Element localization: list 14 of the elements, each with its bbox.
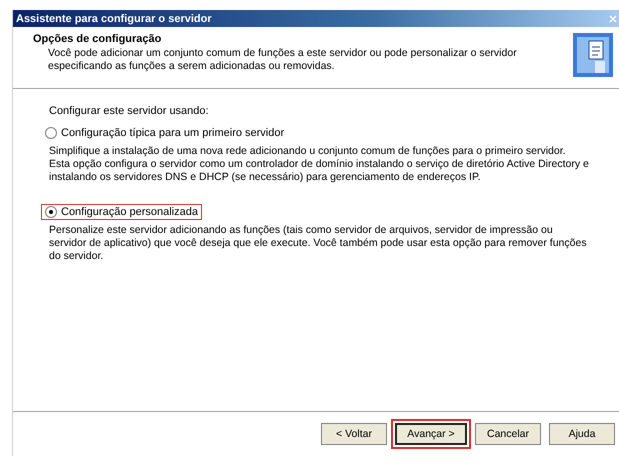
window-title: Assistente para configurar o servidor	[16, 12, 212, 24]
wizard-button[interactable]: < Voltar	[321, 423, 387, 445]
radio-button[interactable]	[45, 127, 57, 139]
page-description: Você pode adicionar um conjunto comum de funções a este servidor ou pode personalizar o servidor especificando as funções a serem adicionadas ou removidas.	[47, 47, 518, 73]
server-wizard-icon	[573, 33, 613, 77]
option-description: Simplifique a instalação de uma nova rede adicionando u conjunto comum de funções para o primeiro servidor. Esta opção configura o servidor como um controlador de domínio instalando o serviço de diretório Active Directory e instalando os servidores DNS e DHCP (se necessário) para gerenciamento de endereços IP.	[49, 145, 589, 184]
page-heading: Opções de configuração	[33, 33, 162, 45]
wizard-button[interactable]: Ajuda	[549, 423, 615, 445]
prompt-text: Configurar este servidor usando:	[49, 105, 210, 117]
radio-button[interactable]	[45, 206, 57, 218]
radio-option[interactable]: Configuração personalizada	[41, 204, 202, 220]
wizard-button[interactable]: Cancelar	[475, 423, 541, 445]
radio-option[interactable]: Configuração típica para um primeiro servidor	[41, 125, 288, 141]
option-description: Personalize este servidor adicionando as funções (tais como servidor de arquivos, servidor de impressão ou servidor de aplicativo) que você deseja que ele execute. Você também pode usar esta opção para remover funções do servidor.	[49, 224, 588, 263]
